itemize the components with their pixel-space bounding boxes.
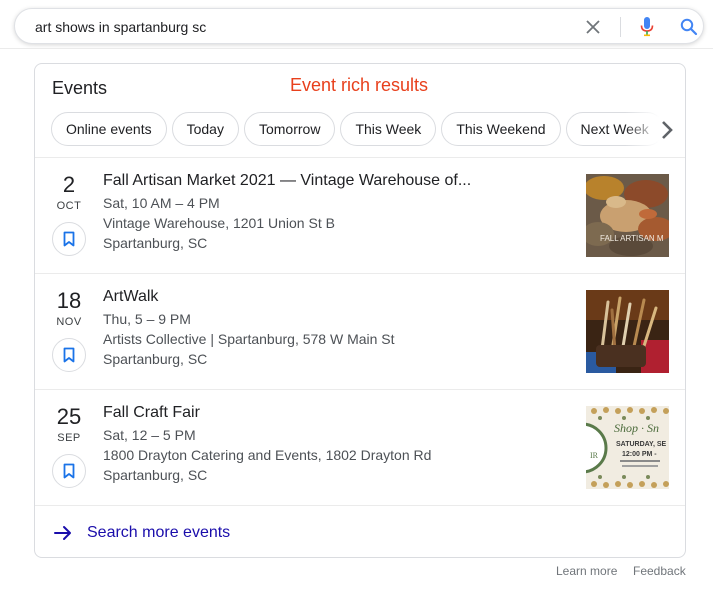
event-title[interactable]: Fall Artisan Market 2021 — Vintage Wareh… bbox=[103, 172, 471, 190]
chip-tomorrow[interactable]: Tomorrow bbox=[243, 112, 336, 146]
event-item[interactable]: 2 OCT Fall Artisan Market 2021 — Vintage… bbox=[35, 157, 685, 273]
event-time: Thu, 5 – 9 PM bbox=[103, 311, 191, 327]
event-thumbnail[interactable] bbox=[586, 290, 669, 373]
event-thumbnail[interactable]: IR Shop · Sn SATURDAY, SE 12:00 PM - bbox=[586, 406, 669, 489]
event-day: 25 bbox=[56, 404, 82, 429]
event-thumbnail[interactable]: FALL ARTISAN M bbox=[586, 174, 669, 257]
event-title[interactable]: ArtWalk bbox=[103, 288, 158, 306]
event-list: 2 OCT Fall Artisan Market 2021 — Vintage… bbox=[35, 157, 685, 505]
chip-this-weekend[interactable]: This Weekend bbox=[441, 112, 561, 146]
chevron-right-icon[interactable] bbox=[653, 116, 681, 144]
search-more-events-link[interactable]: Search more events bbox=[35, 505, 685, 557]
arrow-right-icon bbox=[54, 526, 71, 540]
search-bar bbox=[14, 8, 704, 44]
chip-this-week[interactable]: This Week bbox=[340, 112, 437, 146]
search-divider bbox=[620, 17, 621, 37]
event-month: OCT bbox=[56, 200, 82, 212]
event-time: Sat, 10 AM – 4 PM bbox=[103, 195, 220, 211]
thumbnail-text: 12:00 PM - bbox=[622, 451, 657, 458]
chip-today[interactable]: Today bbox=[171, 112, 239, 146]
event-city: Spartanburg, SC bbox=[103, 467, 208, 483]
events-heading: Events bbox=[52, 78, 108, 98]
event-month: SEP bbox=[57, 432, 81, 444]
bookmark-icon bbox=[63, 231, 75, 247]
search-more-events-label: Search more events bbox=[87, 524, 231, 541]
event-time: Sat, 12 – 5 PM bbox=[103, 427, 196, 443]
event-item[interactable]: 18 NOV ArtWalk Thu, 5 – 9 PM Artists Col… bbox=[35, 273, 685, 389]
microphone-icon[interactable] bbox=[635, 15, 659, 39]
event-venue: 1800 Drayton Catering and Events, 1802 D… bbox=[103, 447, 432, 463]
bookmark-button[interactable] bbox=[52, 338, 86, 372]
event-city: Spartanburg, SC bbox=[103, 235, 208, 251]
thumbnail-text: FALL ARTISAN M bbox=[600, 234, 664, 243]
event-title[interactable]: Fall Craft Fair bbox=[103, 404, 200, 422]
event-day: 2 bbox=[62, 172, 76, 197]
bookmark-icon bbox=[63, 347, 75, 363]
annotation-label: Event rich results bbox=[290, 75, 429, 95]
learn-more-link[interactable]: Learn more bbox=[556, 564, 617, 578]
chip-online-events[interactable]: Online events bbox=[51, 112, 167, 146]
header-divider bbox=[0, 48, 713, 49]
clear-icon[interactable] bbox=[581, 15, 605, 39]
bookmark-icon bbox=[63, 463, 75, 479]
event-day: 18 bbox=[56, 288, 82, 313]
search-input[interactable] bbox=[35, 17, 575, 37]
thumbnail-text: SATURDAY, SE bbox=[616, 441, 667, 448]
event-city: Spartanburg, SC bbox=[103, 351, 208, 367]
bookmark-button[interactable] bbox=[52, 222, 86, 256]
events-card: Events Event rich results Online events T… bbox=[34, 63, 686, 558]
event-venue: Vintage Warehouse, 1201 Union St B bbox=[103, 215, 335, 231]
feedback-link[interactable]: Feedback bbox=[633, 564, 686, 578]
filter-chips: Online events Today Tomorrow This Week This … bbox=[51, 112, 671, 146]
event-venue: Artists Collective | Spartanburg, 578 W … bbox=[103, 331, 395, 347]
event-month: NOV bbox=[56, 316, 82, 328]
event-item[interactable]: 25 SEP Fall Craft Fair Sat, 12 – 5 PM 18… bbox=[35, 389, 685, 505]
thumbnail-side-text: IR bbox=[590, 451, 599, 460]
bookmark-button[interactable] bbox=[52, 454, 86, 488]
search-icon[interactable] bbox=[677, 15, 701, 39]
thumbnail-text: Shop · Sn bbox=[614, 421, 659, 435]
